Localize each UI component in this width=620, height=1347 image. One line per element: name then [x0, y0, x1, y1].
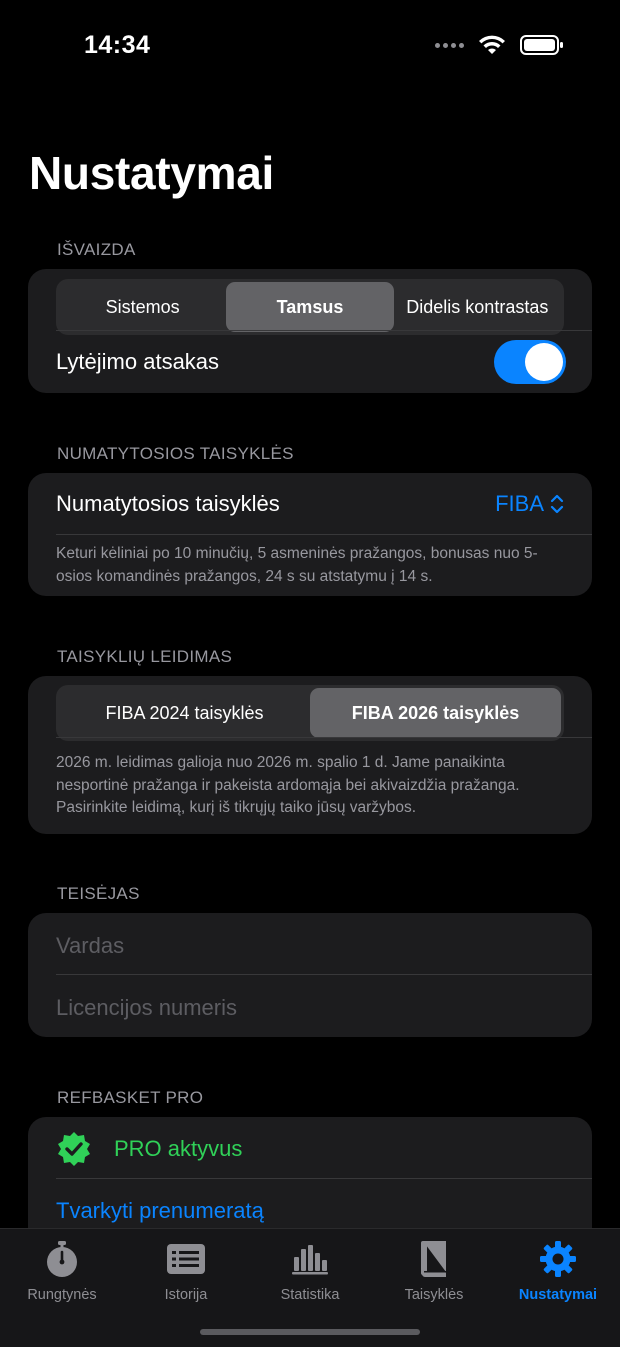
tab-label: Nustatymai — [518, 1287, 598, 1303]
list-icon — [167, 1244, 205, 1274]
status-bar: 14:34 — [0, 0, 620, 90]
haptics-toggle[interactable] — [494, 340, 566, 384]
page-title: Nustatymai — [29, 147, 274, 199]
default-rules-value: FIBA — [495, 491, 544, 516]
pro-status-row: PRO aktyvus — [56, 1131, 242, 1167]
default-rules-label: Numatytosios taisyklės — [56, 491, 280, 516]
book-icon — [421, 1241, 446, 1277]
section-header-appearance: IŠVAIZDA — [57, 240, 136, 259]
tab-label: Rungtynės — [27, 1287, 97, 1303]
tab-statistics[interactable]: Statistika — [248, 1239, 372, 1303]
default-rules-card: Numatytosios taisyklės FIBA Keturi kėlin… — [28, 473, 592, 596]
tab-label: Statistika — [280, 1287, 340, 1303]
rules-edition-segmented-control[interactable]: FIBA 2024 taisyklės FIBA 2026 taisyklės — [56, 685, 564, 741]
default-rules-picker[interactable]: FIBA — [495, 491, 564, 517]
appearance-segmented-control[interactable]: Sistemos Tamsus Didelis kontrastas — [56, 279, 564, 335]
gear-icon — [540, 1241, 576, 1277]
verified-badge-icon — [58, 1132, 90, 1166]
rules-edition-option-2024[interactable]: FIBA 2024 taisyklės — [59, 688, 310, 738]
tab-label: Taisyklės — [404, 1287, 464, 1303]
chart-icon — [292, 1245, 328, 1275]
section-header-default-rules: NUMATYTOSIOS TAISYKLĖS — [57, 444, 294, 463]
status-time: 14:34 — [84, 31, 151, 59]
divider — [56, 534, 592, 535]
appearance-card: Sistemos Tamsus Didelis kontrastas Lytėj… — [28, 269, 592, 393]
section-header-rules-edition: TAISYKLIŲ LEIDIMAS — [57, 647, 233, 666]
tab-settings[interactable]: Nustatymai — [496, 1239, 620, 1303]
divider — [56, 330, 592, 331]
tab-rules[interactable]: Taisyklės — [372, 1239, 496, 1303]
referee-card: Vardas Licencijos numeris — [28, 913, 592, 1037]
tab-matches[interactable]: Rungtynės — [0, 1239, 124, 1303]
appearance-option-system[interactable]: Sistemos — [59, 282, 226, 332]
tab-label: Istorija — [164, 1287, 208, 1303]
wifi-icon — [479, 35, 505, 54]
appearance-option-dark[interactable]: Tamsus — [226, 282, 394, 332]
referee-license-input[interactable]: Licencijos numeris — [56, 995, 237, 1021]
toggle-knob — [525, 343, 563, 381]
referee-name-input[interactable]: Vardas — [56, 933, 124, 959]
divider — [56, 737, 592, 738]
cellular-signal-icon — [435, 42, 464, 48]
rules-edition-option-2026[interactable]: FIBA 2026 taisyklės — [310, 688, 561, 738]
chevron-up-down-icon — [550, 494, 564, 514]
tab-history[interactable]: Istorija — [124, 1239, 248, 1303]
divider — [56, 1178, 592, 1179]
section-header-referee: TEISĖJAS — [57, 884, 140, 903]
divider — [56, 974, 592, 975]
pro-status-label: PRO aktyvus — [114, 1136, 243, 1161]
appearance-option-high-contrast[interactable]: Didelis kontrastas — [394, 282, 561, 332]
manage-subscription-link[interactable]: Tvarkyti prenumeratą — [56, 1198, 264, 1224]
haptics-label: Lytėjimo atsakas — [56, 349, 220, 374]
battery-icon — [520, 35, 563, 55]
rules-edition-card: FIBA 2024 taisyklės FIBA 2026 taisyklės … — [28, 676, 592, 834]
section-header-pro: REFBASKET PRO — [57, 1088, 204, 1107]
rules-edition-description: 2026 m. leidimas galioja nuo 2026 m. spa… — [56, 754, 520, 816]
default-rules-description: Keturi kėliniai po 10 minučių, 5 asmenin… — [56, 545, 538, 585]
status-icons — [435, 34, 564, 56]
stopwatch-icon — [47, 1241, 77, 1277]
home-indicator — [200, 1329, 420, 1335]
